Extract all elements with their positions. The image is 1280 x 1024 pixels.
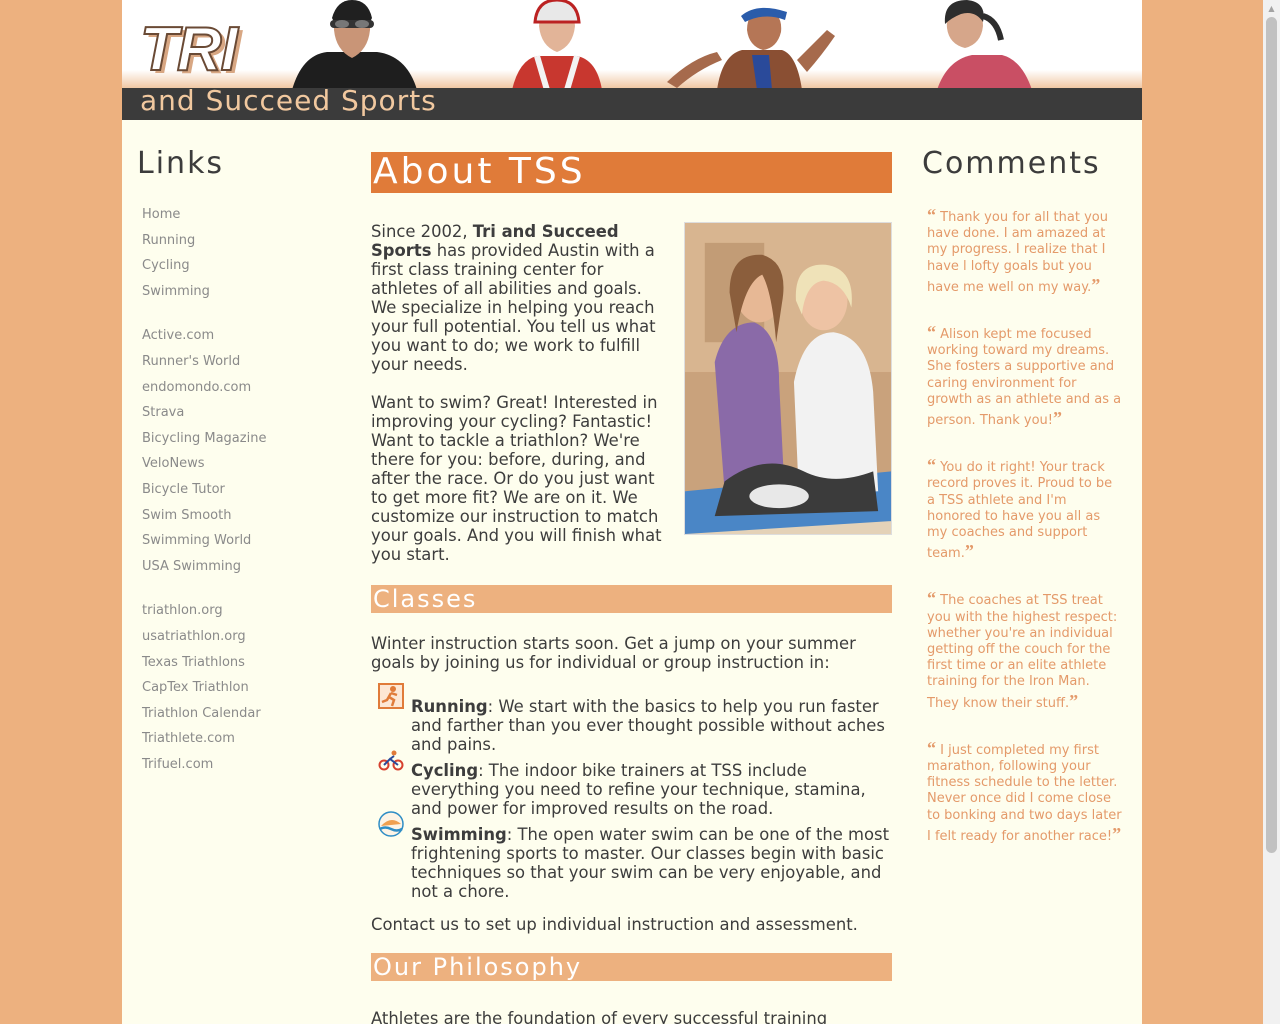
link-runners-world[interactable]: Runner's World bbox=[142, 353, 342, 379]
link-usatriathlon[interactable]: usatriathlon.org bbox=[142, 628, 342, 654]
scroll-up-arrow-icon[interactable]: ▲ bbox=[1263, 0, 1280, 17]
class-running-name: Running bbox=[411, 697, 488, 716]
link-usa-swimming[interactable]: USA Swimming bbox=[142, 558, 342, 584]
link-running[interactable]: Running bbox=[142, 232, 342, 258]
link-swimming[interactable]: Swimming bbox=[142, 283, 342, 309]
scroll-thumb[interactable] bbox=[1266, 17, 1277, 853]
link-triathlete[interactable]: Triathlete.com bbox=[142, 730, 342, 756]
close-quote-icon: ” bbox=[964, 541, 974, 562]
class-cycling-name: Cycling bbox=[411, 761, 479, 780]
open-quote-icon: “ bbox=[927, 737, 936, 758]
link-home[interactable]: Home bbox=[142, 206, 342, 232]
close-quote-icon: ” bbox=[1069, 690, 1079, 711]
comment: “ Thank you for all that you have done. … bbox=[927, 205, 1122, 296]
link-strava[interactable]: Strava bbox=[142, 404, 342, 430]
comments-list: “ Thank you for all that you have done. … bbox=[927, 205, 1122, 871]
comment-text: You do it right! Your track record prove… bbox=[927, 460, 1113, 562]
scrollbar[interactable]: ▲ bbox=[1263, 0, 1280, 1024]
page: TRI and Succeed Sports Links Home Runnin… bbox=[122, 0, 1142, 1024]
close-quote-icon: ” bbox=[1112, 823, 1122, 844]
logo-tri[interactable]: TRI bbox=[139, 14, 239, 85]
links-list: Home Running Cycling Swimming Active.com… bbox=[142, 206, 342, 781]
intro-paragraph-2: Want to swim? Great! Interested in impro… bbox=[371, 393, 662, 564]
link-cycling[interactable]: Cycling bbox=[142, 257, 342, 283]
woman-runner-athlete-image bbox=[937, 0, 1032, 90]
close-quote-icon: ” bbox=[1052, 408, 1062, 429]
link-trifuel[interactable]: Trifuel.com bbox=[142, 756, 342, 782]
main-content: About TSS Since 2002, Tri and Succeed Sp… bbox=[371, 152, 892, 1024]
link-velonews[interactable]: VeloNews bbox=[142, 455, 342, 481]
open-quote-icon: “ bbox=[927, 455, 936, 476]
class-swimming: Swimming: The open water swim can be one… bbox=[371, 811, 892, 901]
comment-text: Alison kept me focused working toward my… bbox=[927, 327, 1122, 429]
comments-heading: Comments bbox=[922, 146, 1101, 181]
classes-heading: Classes bbox=[371, 585, 892, 613]
class-running: Running: We start with the basics to hel… bbox=[371, 683, 892, 754]
swimmer-athlete-image bbox=[292, 0, 417, 90]
classes-list: Running: We start with the basics to hel… bbox=[371, 683, 892, 901]
classes-intro: Winter instruction starts soon. Get a ju… bbox=[371, 634, 856, 672]
links-divider bbox=[142, 308, 342, 327]
link-triathlon-org[interactable]: triathlon.org bbox=[142, 602, 342, 628]
link-swim-smooth[interactable]: Swim Smooth bbox=[142, 507, 342, 533]
logo-subtitle[interactable]: and Succeed Sports bbox=[140, 84, 437, 117]
class-cycling: Cycling: The indoor bike trainers at TSS… bbox=[371, 750, 892, 818]
links-heading: Links bbox=[137, 146, 225, 181]
contact-text: Contact us to set up individual instruct… bbox=[371, 915, 858, 934]
intro-paragraph-1: Since 2002, Tri and Succeed Sports has p… bbox=[371, 222, 671, 374]
class-cycling-text: : The indoor bike trainers at TSS includ… bbox=[411, 761, 866, 818]
link-bicycle-tutor[interactable]: Bicycle Tutor bbox=[142, 481, 342, 507]
comment: “ You do it right! Your track record pro… bbox=[927, 455, 1122, 562]
comment-text: Thank you for all that you have done. I … bbox=[927, 210, 1108, 295]
swimmer-icon bbox=[378, 811, 404, 837]
link-texas-triathlons[interactable]: Texas Triathlons bbox=[142, 654, 342, 680]
cyclist-athlete-image bbox=[512, 0, 602, 90]
philosophy-heading: Our Philosophy bbox=[371, 953, 892, 981]
link-endomondo[interactable]: endomondo.com bbox=[142, 379, 342, 405]
comment-text: I just completed my first marathon, foll… bbox=[927, 742, 1122, 844]
comment: “ Alison kept me focused working toward … bbox=[927, 322, 1122, 429]
intro-post: has provided Austin with a first class t… bbox=[371, 241, 656, 374]
link-triathlon-calendar[interactable]: Triathlon Calendar bbox=[142, 705, 342, 731]
links-divider bbox=[142, 583, 342, 602]
runner-athlete-image bbox=[667, 7, 835, 90]
intro-pre: Since 2002, bbox=[371, 222, 473, 241]
philosophy-text: Athletes are the foundation of every suc… bbox=[371, 1009, 828, 1024]
intro-text: Since 2002, Tri and Succeed Sports has p… bbox=[371, 222, 671, 564]
comment-text: The coaches at TSS treat you with the hi… bbox=[927, 593, 1118, 711]
open-quote-icon: “ bbox=[927, 588, 936, 609]
cyclist-icon bbox=[378, 750, 404, 771]
link-bicycling-magazine[interactable]: Bicycling Magazine bbox=[142, 430, 342, 456]
link-active[interactable]: Active.com bbox=[142, 327, 342, 353]
runner-icon bbox=[378, 683, 404, 709]
comment: “ I just completed my first marathon, fo… bbox=[927, 738, 1122, 845]
open-quote-icon: “ bbox=[927, 205, 936, 225]
site-header: TRI and Succeed Sports bbox=[122, 0, 1142, 120]
link-captex-triathlon[interactable]: CapTex Triathlon bbox=[142, 679, 342, 705]
comment: “ The coaches at TSS treat you with the … bbox=[927, 588, 1122, 711]
link-swimming-world[interactable]: Swimming World bbox=[142, 532, 342, 558]
close-quote-icon: ” bbox=[1091, 274, 1101, 295]
about-heading: About TSS bbox=[371, 152, 892, 193]
class-swimming-name: Swimming bbox=[411, 825, 507, 844]
women-exercising-photo bbox=[684, 222, 892, 535]
open-quote-icon: “ bbox=[927, 322, 936, 343]
